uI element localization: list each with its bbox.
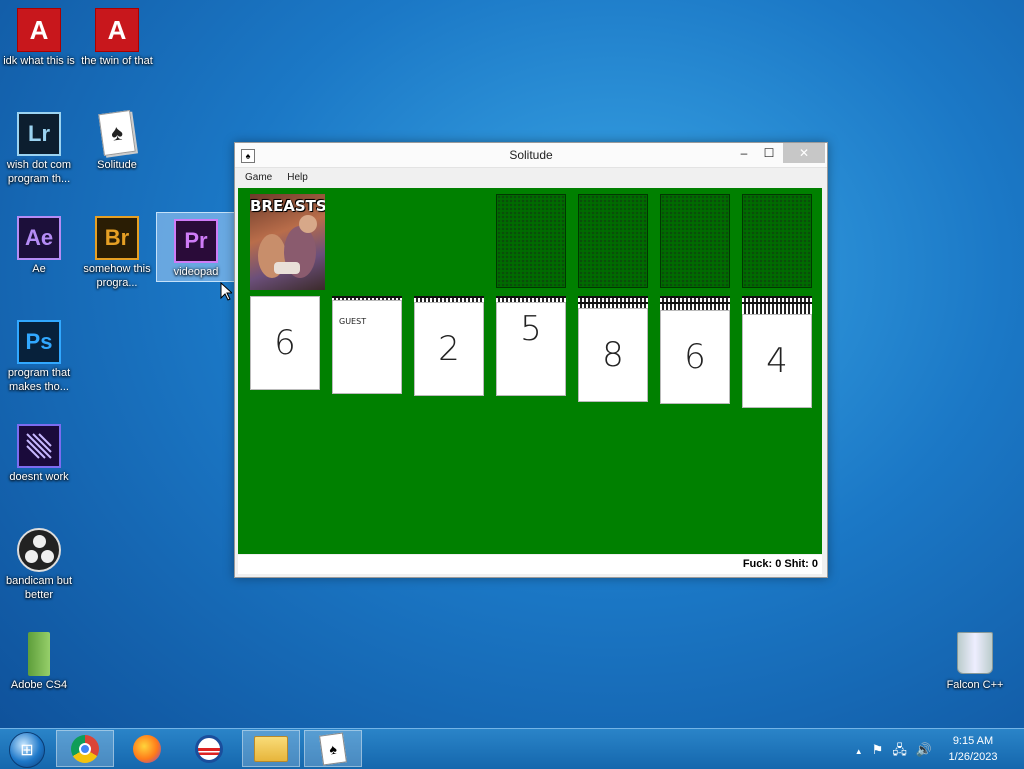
file-explorer-icon [254,735,288,762]
face-down-card [742,302,812,314]
desktop-icon-program-that-makes[interactable]: Ps program that makes tho... [0,314,78,394]
clock-date: 1/26/2023 [948,751,998,763]
clock[interactable]: 9:15 AM 1/26/2023 [938,733,1008,765]
desktop-icon-idk-what-this-is[interactable]: A idk what this is [0,2,78,68]
desktop-icon-label: somehow this progra... [83,263,151,289]
tableau-card[interactable]: 5 [496,302,566,396]
taskbar-solitude[interactable]: ♠ [304,730,362,767]
tableau-card[interactable]: 6 [250,296,320,390]
desktop-icon-label: wish dot com program th... [6,159,72,185]
windows-logo-icon: ⊞ [20,742,34,759]
taskbar: ⊞ ♠ ▲ ⚑ 🖧 🔊 9:15 AM 1/26/2023 [0,728,1024,769]
taskbar-chrome[interactable] [56,730,114,767]
desktop-icon-label: the twin of that [81,55,153,67]
tableau-card[interactable]: 4 [742,314,812,408]
desktop-icon-label: program that makes tho... [7,367,71,393]
solitaire-icon: ♠ [98,109,136,157]
desktop-icon-bandicam[interactable]: bandicam but better [0,522,78,602]
menu-bar: Game Help [235,168,827,188]
minimize-button[interactable]: – [733,143,755,163]
chrome-icon [71,734,99,763]
desktop-icon-label: Falcon C++ [946,679,1004,691]
desktop-icon-doesnt-work[interactable]: doesnt work [0,418,78,484]
start-button[interactable]: ⊞ [9,732,45,768]
card-caption: GUEST [339,317,367,326]
desktop-icon-label: Adobe CS4 [10,679,68,691]
obs-icon [17,528,61,572]
bridge-icon: Br [95,216,139,260]
system-tray: ▲ ⚑ 🖧 🔊 9:15 AM 1/26/2023 [824,729,1024,769]
desktop-icon-label: idk what this is [3,55,75,67]
foundation-slot-1[interactable] [496,194,566,288]
action-center-flag-icon[interactable]: ⚑ [872,742,884,757]
desktop-icon-the-twin-of-that[interactable]: A the twin of that [78,2,156,68]
adobe-acrobat-icon: A [17,8,61,52]
desktop-icon-videopad[interactable]: Pr videopad [156,212,236,282]
maximize-button[interactable]: ☐ [758,143,780,163]
network-icon[interactable]: 🖧 [892,742,907,757]
tableau-card[interactable]: 2 [414,302,484,396]
desktop-icon-label: Solitude [97,159,137,171]
tableau-card[interactable]: 8 [578,308,648,402]
firefox-icon [133,734,161,763]
desktop-icon-label: doesnt work [9,471,69,483]
desktop-icon-falcon-cpp[interactable]: Falcon C++ [936,626,1014,692]
after-effects-icon: Ae [17,216,61,260]
volume-icon[interactable]: 🔊 [916,742,932,757]
desktop-icon-label: bandicam but better [5,575,73,601]
taskbar-firefox[interactable] [118,730,176,767]
premiere-icon: Pr [174,219,218,263]
foundation-slot-4[interactable] [742,194,812,288]
stock-pile[interactable]: BREASTS [250,194,325,290]
lightroom-icon: Lr [17,112,61,156]
desktop-icon-solitude[interactable]: ♠ Solitude [78,106,156,172]
cs4-icon [28,632,50,676]
tableau-card[interactable]: 6 [660,310,730,404]
title-bar[interactable]: ♠ Solitude – ☐ ✕ [235,143,827,168]
media-encoder-icon [17,424,61,468]
obama-logo-icon [195,734,223,763]
foundation-slot-3[interactable] [660,194,730,288]
show-hidden-icons-icon[interactable]: ▲ [855,747,863,756]
photoshop-icon: Ps [17,320,61,364]
taskbar-file-explorer[interactable] [242,730,300,767]
recycle-bin-icon [957,632,993,674]
foundation-slot-2[interactable] [578,194,648,288]
desktop-icon-wish-dot-com[interactable]: Lr wish dot com program th... [0,106,78,186]
mouse-cursor-icon [220,282,232,301]
adobe-acrobat-icon: A [95,8,139,52]
game-table: BREASTS 6 GUEST 2 5 8 6 4 [238,188,822,554]
desktop-icon-adobe-cs4[interactable]: Adobe CS4 [0,626,78,692]
close-button[interactable]: ✕ [783,143,825,163]
menu-help[interactable]: Help [277,168,313,183]
solitaire-icon: ♠ [319,731,347,766]
desktop-icon-somehow-this-program[interactable]: Br somehow this progra... [78,210,156,290]
desktop-icon-ae[interactable]: Ae Ae [0,210,78,276]
desktop-icon-label: Ae [32,263,46,275]
menu-game[interactable]: Game [235,168,277,183]
clock-time: 9:15 AM [952,735,994,747]
desktop-icon-label: videopad [173,266,219,278]
tableau-card[interactable]: GUEST [332,300,402,394]
score-text: Fuck: 0 Shit: 0 [742,558,818,570]
solitude-window: ♠ Solitude – ☐ ✕ Game Help BREASTS 6 GUE… [234,142,828,578]
status-bar: Fuck: 0 Shit: 0 [238,555,822,574]
taskbar-obama[interactable] [180,730,238,767]
